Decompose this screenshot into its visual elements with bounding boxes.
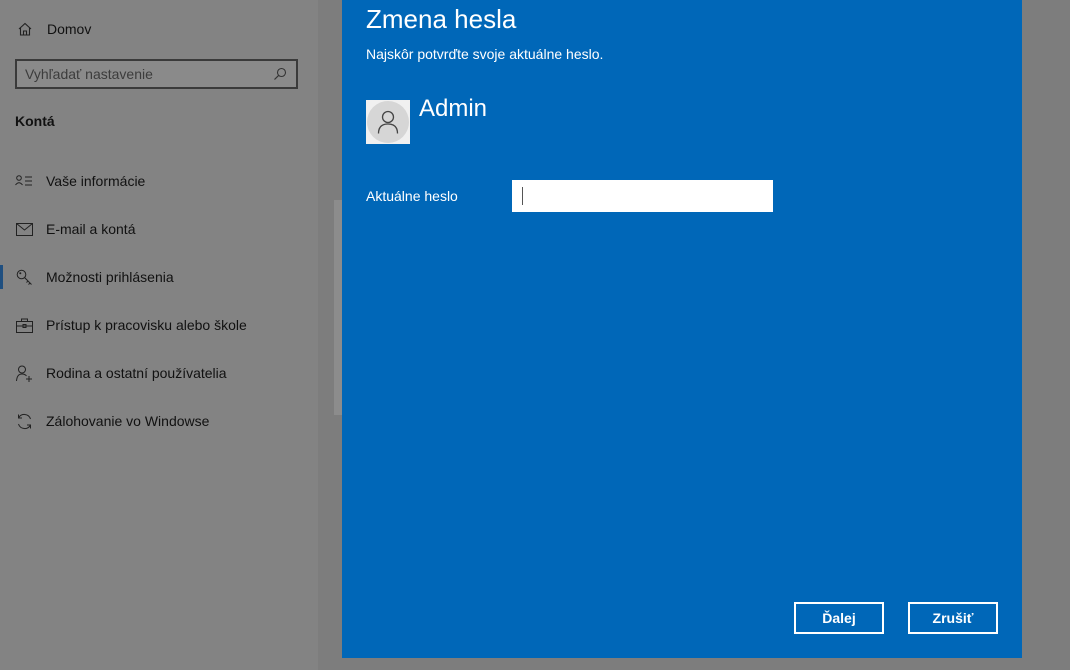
person-card-icon (15, 172, 33, 190)
password-label: Aktuálne heslo (366, 188, 458, 204)
sidebar-nav: Vaše informácie E-mail a kontá Možnosti … (0, 157, 318, 445)
sidebar-item-work-access[interactable]: Prístup k pracovisku alebo škole (0, 301, 318, 349)
sidebar-item-sign-in-options[interactable]: Možnosti prihlásenia (0, 253, 318, 301)
section-title: Kontá (15, 113, 55, 129)
current-password-field[interactable] (512, 180, 773, 212)
briefcase-icon (15, 316, 33, 334)
search-icon[interactable] (270, 64, 290, 84)
home-icon (16, 20, 34, 38)
sidebar-item-label: Možnosti prihlásenia (46, 269, 174, 285)
add-person-icon (15, 364, 33, 382)
scrollbar[interactable] (334, 200, 342, 415)
home-label: Domov (47, 21, 92, 37)
dialog-subtitle: Najskôr potvrďte svoje aktuálne heslo. (366, 46, 604, 62)
sidebar-item-label: Vaše informácie (46, 173, 146, 189)
sidebar-item-family[interactable]: Rodina a ostatní používatelia (0, 349, 318, 397)
sidebar-item-label: Zálohovanie vo Windowse (46, 413, 210, 429)
sidebar-item-label: E-mail a kontá (46, 221, 136, 237)
avatar (366, 100, 410, 144)
user-icon (367, 101, 409, 143)
text-caret (522, 187, 523, 205)
search-input[interactable] (17, 66, 270, 82)
sidebar-item-label: Prístup k pracovisku alebo škole (46, 317, 247, 333)
settings-sidebar: Domov Kontá Vaše informácie E-mail a kon… (0, 0, 318, 670)
sidebar-item-label: Rodina a ostatní používatelia (46, 365, 227, 381)
username: Admin (419, 95, 488, 122)
sidebar-item-backup[interactable]: Zálohovanie vo Windowse (0, 397, 318, 445)
search-box (15, 59, 298, 89)
mail-icon (15, 220, 33, 238)
sidebar-item-your-info[interactable]: Vaše informácie (0, 157, 318, 205)
sync-icon (15, 412, 33, 430)
key-icon (15, 268, 33, 286)
cancel-button[interactable]: Zrušiť (908, 602, 998, 634)
sidebar-item-email[interactable]: E-mail a kontá (0, 205, 318, 253)
change-password-dialog: Zmena hesla Najskôr potvrďte svoje aktuá… (342, 0, 1022, 658)
dialog-title: Zmena hesla (366, 4, 517, 34)
selection-indicator (0, 265, 3, 289)
next-button[interactable]: Ďalej (794, 602, 884, 634)
home-nav-item[interactable]: Domov (16, 18, 91, 40)
